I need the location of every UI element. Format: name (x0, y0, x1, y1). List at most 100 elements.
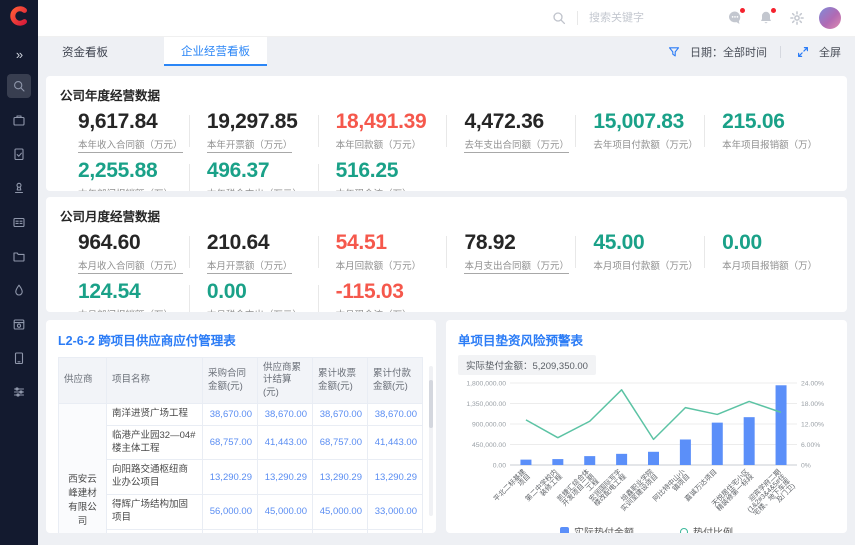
amount-cell: 13,290.29 (258, 460, 313, 495)
legend-item[interactable]: 实际垫付金额 (560, 524, 634, 533)
metric: 18,491.39本年回款额（万元） (318, 111, 447, 151)
metric: 516.25本年现金流（万） (318, 160, 447, 191)
column-header: 供应商 (59, 358, 107, 404)
amount-cell: 45,000.00 (313, 495, 368, 530)
sidebar-item-id-card[interactable] (7, 210, 31, 234)
metric-label[interactable]: 本月税金支出（万元） (207, 307, 318, 312)
metric: 4,472.36去年支出合同额（万元） (446, 111, 575, 151)
metric: 964.60本月收入合同额（万元） (60, 232, 189, 272)
search-input[interactable] (587, 11, 703, 25)
gear-icon (789, 10, 805, 26)
date-filter-label[interactable]: 日期：全部时间 (690, 44, 767, 60)
header-comment-button[interactable] (726, 9, 744, 27)
metric-label: 本年回款额（万元） (336, 137, 447, 151)
metric: 78.92 本月支出合同额（万元） (446, 232, 575, 272)
filter-funnel-icon[interactable] (665, 43, 683, 61)
svg-text:0.00: 0.00 (493, 462, 506, 469)
metric-label[interactable]: 本月支出合同额（万元） (464, 258, 575, 272)
metric: 210.64 本月开票额（万元） (189, 232, 318, 272)
monthly-card-title: 公司月度经营数据 (60, 206, 833, 225)
legend-label: 垫付比例 (693, 524, 733, 533)
metric-value: 9,617.84 (78, 111, 189, 133)
amount-cell: 68,757.00 (313, 425, 368, 460)
fullscreen-label[interactable]: 全屏 (819, 44, 841, 60)
column-header: 项目名称 (107, 358, 203, 404)
bar (712, 423, 723, 465)
metric-label[interactable]: 本年税金支出（万元） (207, 186, 318, 191)
metric-value: 516.25 (336, 160, 447, 182)
search-icon[interactable] (550, 9, 568, 27)
metric: 215.06本年项目报销额（万） (704, 111, 833, 151)
metric: 0.00本月税金支出（万元） (189, 281, 318, 312)
tab-funds-dashboard[interactable]: 资金看板 (48, 37, 122, 66)
search-divider (577, 11, 578, 25)
annual-card-title: 公司年度经营数据 (60, 85, 833, 104)
svg-text:0%: 0% (801, 462, 811, 469)
topbar (38, 0, 855, 37)
briefcase-icon (12, 113, 26, 127)
supplier-table-card: L2-6-2 跨项目供应商应付管理表 供应商项目名称采购合同金额(元)供应商累计… (46, 320, 436, 533)
table-row: 西京河西综合体项目57,273.0040,273.0057,273.0014,0… (59, 529, 423, 533)
sidebar-item-ink-drop[interactable] (7, 278, 31, 302)
metric-label: 本月项目报销额（万） (722, 258, 833, 272)
amount-cell: 13,290.29 (313, 460, 368, 495)
metric-value: 210.64 (207, 232, 318, 254)
metric-value: 19,297.85 (207, 111, 318, 133)
metric: -115.03本月现金流（万） (318, 281, 447, 312)
user-stamp-icon (12, 181, 26, 195)
metric-label[interactable]: 本年开票额（万元） (207, 137, 318, 151)
folder-icon (12, 249, 26, 263)
metric-label[interactable]: 本年收入合同额（万元） (78, 137, 189, 151)
sidebar-item-settings-list[interactable] (7, 380, 31, 404)
sidebar-item-user-stamp[interactable] (7, 176, 31, 200)
sidebar-expand-button[interactable]: » (16, 47, 22, 62)
metric-value: 54.51 (336, 232, 447, 254)
svg-text:1,800,000.00: 1,800,000.00 (466, 380, 506, 387)
monthly-metrics: 964.60本月收入合同额（万元） 210.64 本月开票额（万元）54.51本月回… (60, 232, 833, 312)
sidebar-item-briefcase[interactable] (7, 108, 31, 132)
risk-chart: 0.000%450,000.006.00%900,000.0012.00%1,3… (458, 377, 835, 523)
metric-value: 496.37 (207, 160, 318, 182)
table-row: 得辉广场结构加固项目56,000.0045,000.0045,000.0033,… (59, 495, 423, 530)
metric-value: 2,255.88 (78, 160, 189, 182)
chevrons-right-icon: » (16, 47, 22, 62)
column-header: 采购合同金额(元) (203, 358, 258, 404)
sidebar-item-search[interactable] (7, 74, 31, 98)
ink-drop-icon (12, 283, 26, 297)
metric-label[interactable]: 本月收入合同额（万元） (78, 258, 189, 272)
project-name-cell: 向阳路交通枢纽商业办公项目 (107, 460, 203, 495)
sidebar-item-calendar-settings[interactable] (7, 312, 31, 336)
notification-dot (771, 8, 776, 13)
metric-value: 78.92 (464, 232, 575, 254)
metric-value: 0.00 (722, 232, 833, 254)
main-content: 公司年度经营数据 9,617.84 本年收入合同额（万元） 19,297.85 本年开… (38, 66, 855, 533)
sidebar-nav (7, 74, 31, 404)
bar (680, 439, 691, 465)
sidebar: » (0, 0, 38, 545)
metric-value: 124.54 (78, 281, 189, 303)
scrollbar-thumb[interactable] (429, 380, 433, 428)
avatar[interactable] (819, 7, 841, 29)
metric-label[interactable]: 去年支出合同额（万元） (464, 137, 575, 151)
header-bell-button[interactable] (757, 9, 775, 27)
bar (616, 454, 627, 465)
sidebar-item-tablet[interactable] (7, 346, 31, 370)
metric: 15,007.83去年项目付款额（万元） (575, 111, 704, 151)
header-gear-button[interactable] (788, 9, 806, 27)
app-logo[interactable] (8, 5, 30, 32)
metric-label[interactable]: 本年部门报销额（万） (78, 186, 189, 191)
metric: 54.51本月回款额（万元） (318, 232, 447, 272)
column-header: 累计付款金额(元) (368, 358, 423, 404)
legend-item[interactable]: 垫付比例 (680, 524, 733, 533)
metric-label[interactable]: 本月开票额（万元） (207, 258, 318, 272)
svg-text:450,000.00: 450,000.00 (472, 442, 506, 449)
search-icon (12, 79, 26, 93)
sidebar-item-folder[interactable] (7, 244, 31, 268)
amount-cell: 38,670.00 (203, 404, 258, 426)
fullscreen-icon[interactable] (794, 43, 812, 61)
sidebar-item-document-check[interactable] (7, 142, 31, 166)
table-row: 临港产业园32—04#楼主体工程68,757.0041,443.0068,757… (59, 425, 423, 460)
project-name-cell: 西京河西综合体项目 (107, 529, 203, 533)
metric-label[interactable]: 本月部门报销额（万） (78, 307, 189, 312)
tab-enterprise-dashboard[interactable]: 企业经营看板 (164, 37, 267, 66)
